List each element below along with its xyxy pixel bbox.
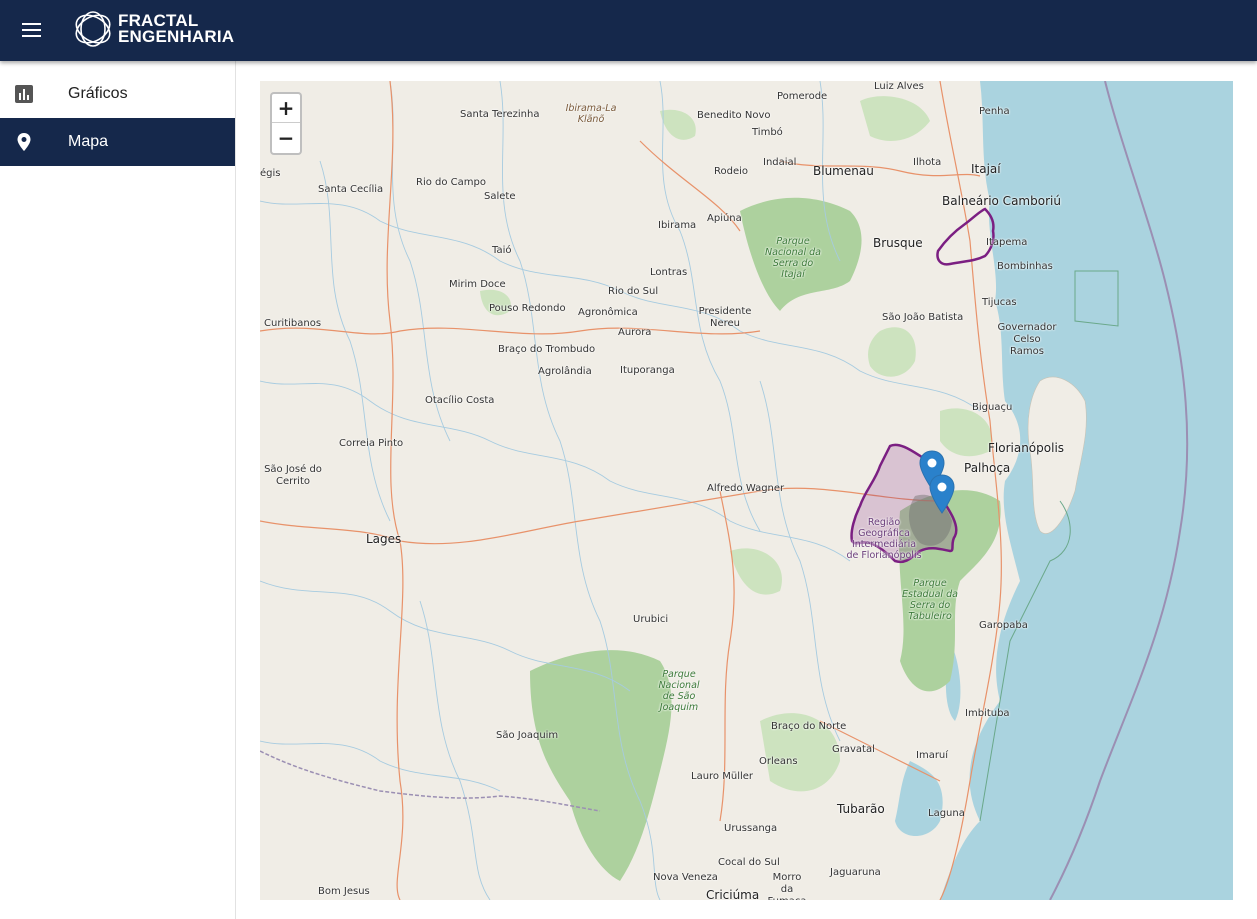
map-place-label: Curitibanos: [264, 318, 322, 329]
map-place-label: Mirim Doce: [449, 279, 506, 290]
zoom-control: + −: [270, 92, 302, 155]
sidebar-item-mapa[interactable]: Mapa: [0, 118, 235, 166]
map-place-label: Morro da Fumaça: [767, 872, 806, 900]
map-place-label: Ilhota: [913, 157, 942, 168]
map-park-label: Parque Nacional de São Joaquim: [658, 669, 700, 713]
map-place-label: Presidente Nereu: [698, 306, 752, 329]
map-place-label: Bom Jesus: [318, 886, 370, 897]
map-place-label: São João Batista: [882, 312, 964, 323]
map-place-label: Urubici: [633, 614, 669, 625]
sidebar-item-label: Gráficos: [68, 85, 128, 102]
map-place-label: Tijucas: [982, 297, 1017, 308]
map-place-label: Santa Cecília: [318, 184, 384, 195]
map-place-label: Taió: [492, 245, 512, 256]
map-place-label: Bombinhas: [997, 261, 1053, 272]
map-region-label: Região Geográfica Intermediária de Flori…: [846, 517, 922, 561]
map-place-label: Pouso Redondo: [489, 303, 566, 314]
map-place-label: Indaial: [763, 157, 797, 168]
bar-chart-icon: [15, 85, 33, 103]
map-place-label: Santa Terezinha: [460, 109, 540, 120]
map-place-label: Governador Celso Ramos: [997, 322, 1057, 357]
map-marker-icon[interactable]: [929, 474, 955, 514]
brand-name: FRACTAL ENGENHARIA: [118, 12, 235, 46]
map-place-label: Aurora: [618, 327, 652, 338]
map-place-label: Imbituba: [965, 708, 1010, 719]
map-place-label: Florianópolis: [988, 441, 1065, 455]
map-place-label: Correia Pinto: [339, 438, 404, 449]
map-place-label: Criciúma: [706, 888, 760, 900]
zoom-in-button[interactable]: +: [272, 94, 300, 123]
map-indigenous-label: Ibirama-La Klãnõ: [565, 103, 617, 125]
map-view[interactable]: Luiz Alves Penha Pomerode Santa Terezinh…: [260, 81, 1233, 900]
map-place-label: Itajaí: [971, 162, 1001, 176]
map-park-label: Parque Nacional da Serra do Itajaí: [765, 236, 821, 280]
sidebar: Gráficos Mapa: [0, 61, 236, 919]
map-place-label: Blumenau: [813, 164, 874, 178]
map-place-label: Luiz Alves: [874, 81, 924, 92]
map-place-label: Agronômica: [578, 307, 638, 318]
map-place-label: Braço do Trombudo: [498, 344, 596, 355]
map-place-label: Garopaba: [979, 620, 1028, 631]
map-place-label: Braço do Norte: [771, 721, 847, 732]
zoom-out-button[interactable]: −: [272, 123, 300, 152]
map-place-label: Cocal do Sul: [718, 857, 780, 868]
map-place-label: Biguaçu: [972, 402, 1013, 413]
sidebar-item-label: Mapa: [68, 133, 109, 150]
map-place-label: Urussanga: [724, 823, 778, 834]
map-pin-icon: [17, 133, 31, 151]
map-place-label: Orleans: [759, 756, 798, 767]
map-place-label: Otacílio Costa: [425, 395, 495, 406]
map-place-label: Rio do Sul: [608, 286, 659, 297]
map-place-label: Rio do Campo: [416, 177, 486, 188]
map-place-label: Lauro Müller: [691, 771, 754, 782]
map-place-label: Alfredo Wagner: [707, 483, 785, 494]
map-park-label: Parque Estadual da Serra do Tabuleiro: [902, 578, 958, 622]
map-place-label: Imaruí: [916, 750, 949, 761]
map-place-label: Itapema: [986, 237, 1028, 248]
map-place-label: Penha: [979, 106, 1010, 117]
map-place-label: Nova Veneza: [653, 872, 718, 883]
map-place-label: Benedito Novo: [697, 110, 771, 121]
map-place-label: égis: [260, 168, 281, 179]
map-place-label: Jaguaruna: [830, 867, 881, 878]
map-place-label: São José do Cerrito: [264, 464, 322, 487]
map-place-label: Lontras: [650, 267, 688, 278]
map-place-label: Pomerode: [777, 91, 828, 102]
map-place-label: Salete: [484, 191, 516, 202]
brand-line-2: ENGENHARIA: [118, 27, 235, 46]
map-place-label: Brusque: [873, 236, 923, 250]
map-place-label: Agrolândia: [538, 366, 592, 377]
map-place-label: Laguna: [928, 808, 965, 819]
sidebar-item-graficos[interactable]: Gráficos: [0, 70, 235, 118]
menu-icon[interactable]: [14, 15, 50, 45]
map-place-label: Timbó: [752, 127, 783, 138]
map-place-label: Ituporanga: [620, 365, 675, 376]
map-place-label: Tubarão: [837, 802, 885, 816]
map-place-label: Gravatal: [832, 744, 875, 755]
map-place-label: São Joaquim: [496, 730, 559, 741]
map-place-label: Apiúna: [707, 213, 742, 224]
brand-logo[interactable]: FRACTAL ENGENHARIA: [72, 8, 234, 50]
map-place-label: Palhoça: [964, 461, 1011, 475]
map-place-label: Ibirama: [658, 220, 697, 231]
app-header: FRACTAL ENGENHARIA: [0, 0, 1257, 61]
map-place-label: Rodeio: [714, 166, 749, 177]
map-place-label: Balneário Camboriú: [942, 194, 1061, 208]
fractal-logo-icon: [75, 11, 111, 47]
map-place-label: Lages: [366, 532, 402, 546]
